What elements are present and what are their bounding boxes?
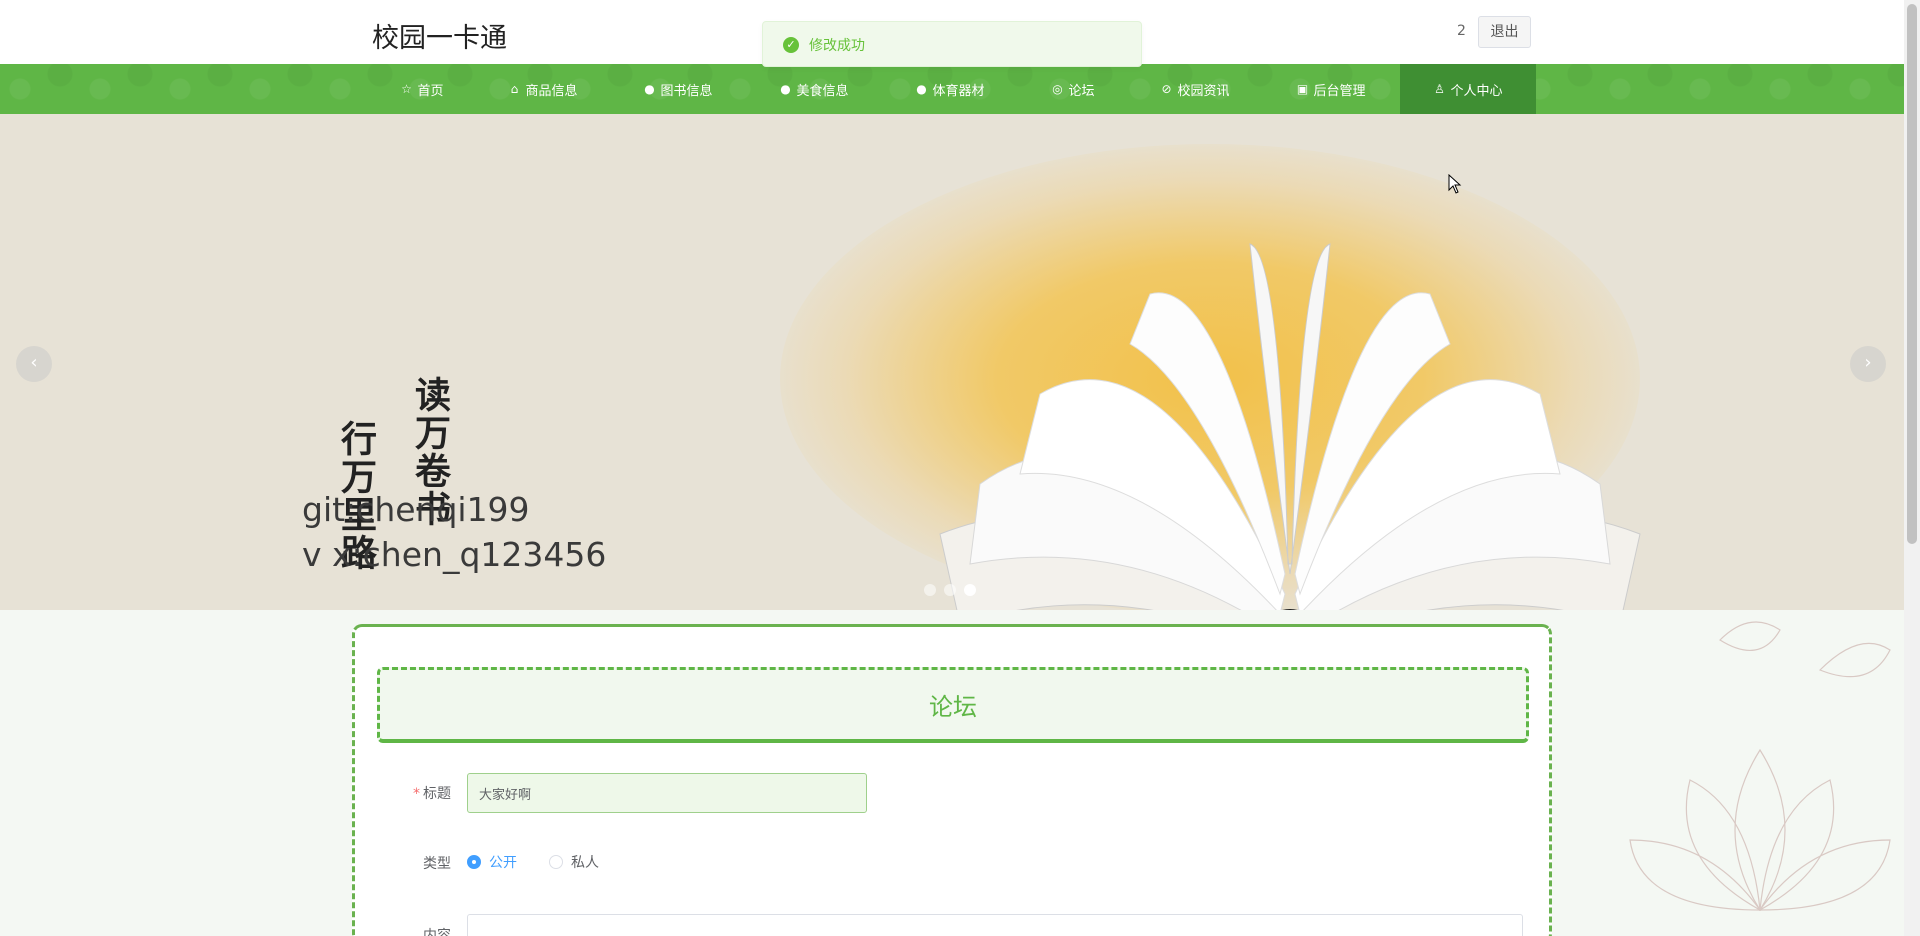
nav-item-news[interactable]: ⊘ 校园资讯 bbox=[1150, 64, 1240, 114]
open-book-image bbox=[939, 243, 1641, 610]
site-title: 校园一卡通 bbox=[372, 23, 507, 54]
scrollbar-thumb[interactable] bbox=[1907, 4, 1917, 544]
content-label: 内容 bbox=[423, 928, 451, 936]
nav-item-label: 体育器材 bbox=[932, 83, 985, 99]
carousel-dot-active[interactable] bbox=[964, 584, 976, 596]
lotus-decoration bbox=[1629, 621, 1891, 912]
nav-item-sports[interactable]: ● 体育器材 bbox=[905, 64, 995, 114]
radio-unchecked-icon bbox=[549, 855, 563, 869]
radio-label: 公开 bbox=[489, 855, 517, 871]
page-scrollbar[interactable] bbox=[1904, 0, 1920, 936]
type-radio-private[interactable]: 私人 bbox=[549, 852, 599, 872]
nav-item-label: 校园资讯 bbox=[1177, 83, 1230, 99]
nav-item-label: 首页 bbox=[417, 83, 444, 99]
forum-form-card: 论坛 *标题 类型 公开 私人 内容 bbox=[352, 624, 1552, 936]
user-icon: ♙ bbox=[1434, 82, 1445, 96]
radio-label: 私人 bbox=[571, 855, 599, 871]
radio-checked-icon bbox=[467, 855, 481, 869]
star-icon: ☆ bbox=[401, 82, 412, 96]
nav-item-label: 论坛 bbox=[1068, 83, 1095, 99]
logout-button[interactable]: 退出 bbox=[1478, 16, 1531, 48]
nav-item-label: 后台管理 bbox=[1313, 83, 1366, 99]
carousel-next-button[interactable]: › bbox=[1850, 346, 1886, 382]
banner-carousel: 读万卷书 行万里路 git:chenqi199 v x:chen_q123456… bbox=[0, 114, 1904, 610]
check-circle-icon: ⊘ bbox=[1161, 82, 1172, 96]
nav-item-profile[interactable]: ♙ 个人中心 bbox=[1400, 64, 1536, 114]
nav-item-label: 商品信息 bbox=[525, 83, 578, 99]
type-radio-public[interactable]: 公开 bbox=[467, 852, 517, 872]
card-title: 论坛 bbox=[929, 693, 977, 721]
carousel-prev-button[interactable]: ‹ bbox=[16, 346, 52, 382]
nav-item-goods[interactable]: ⌂ 商品信息 bbox=[498, 64, 588, 114]
type-label: 类型 bbox=[423, 856, 451, 872]
question-icon: ● bbox=[780, 82, 791, 96]
nav-item-food[interactable]: ● 美食信息 bbox=[769, 64, 859, 114]
nav-item-forum[interactable]: ◎ 论坛 bbox=[1041, 64, 1105, 114]
nav-item-label: 个人中心 bbox=[1450, 83, 1503, 99]
success-toast: ✓ 修改成功 bbox=[762, 21, 1142, 67]
nav-item-books[interactable]: ● 图书信息 bbox=[633, 64, 723, 114]
required-asterisk: * bbox=[413, 786, 420, 802]
globe-icon: ◎ bbox=[1052, 82, 1063, 96]
carousel-indicators bbox=[924, 584, 976, 596]
title-label: * 标题 bbox=[371, 783, 451, 803]
nav-item-label: 图书信息 bbox=[660, 83, 713, 99]
info-icon: ● bbox=[644, 82, 655, 96]
title-input[interactable] bbox=[467, 773, 867, 813]
title-label-text: 标题 bbox=[423, 786, 451, 802]
card-title-box: 论坛 bbox=[377, 667, 1529, 743]
nav-item-home[interactable]: ☆ 首页 bbox=[388, 64, 456, 114]
banner-git-text: git:chenqi199 bbox=[302, 490, 530, 529]
main-nav: ☆ 首页 ⌂ 商品信息 ● 图书信息 ● 美食信息 ● 体育器材 ◎ 论坛 ⊘ … bbox=[0, 64, 1904, 114]
mouse-cursor-icon bbox=[1448, 174, 1462, 194]
check-icon: ✓ bbox=[783, 37, 799, 53]
toast-message: 修改成功 bbox=[809, 38, 865, 54]
nav-item-admin[interactable]: ▣ 后台管理 bbox=[1286, 64, 1376, 114]
bag-icon: ⌂ bbox=[510, 82, 519, 96]
info-icon: ● bbox=[916, 82, 927, 96]
briefcase-icon: ▣ bbox=[1296, 82, 1309, 96]
user-number: 2 bbox=[1457, 23, 1466, 39]
nav-item-label: 美食信息 bbox=[796, 83, 849, 99]
content-editor[interactable] bbox=[467, 914, 1523, 936]
banner-vx-text: v x:chen_q123456 bbox=[302, 535, 607, 574]
carousel-dot[interactable] bbox=[944, 584, 956, 596]
carousel-dot[interactable] bbox=[924, 584, 936, 596]
